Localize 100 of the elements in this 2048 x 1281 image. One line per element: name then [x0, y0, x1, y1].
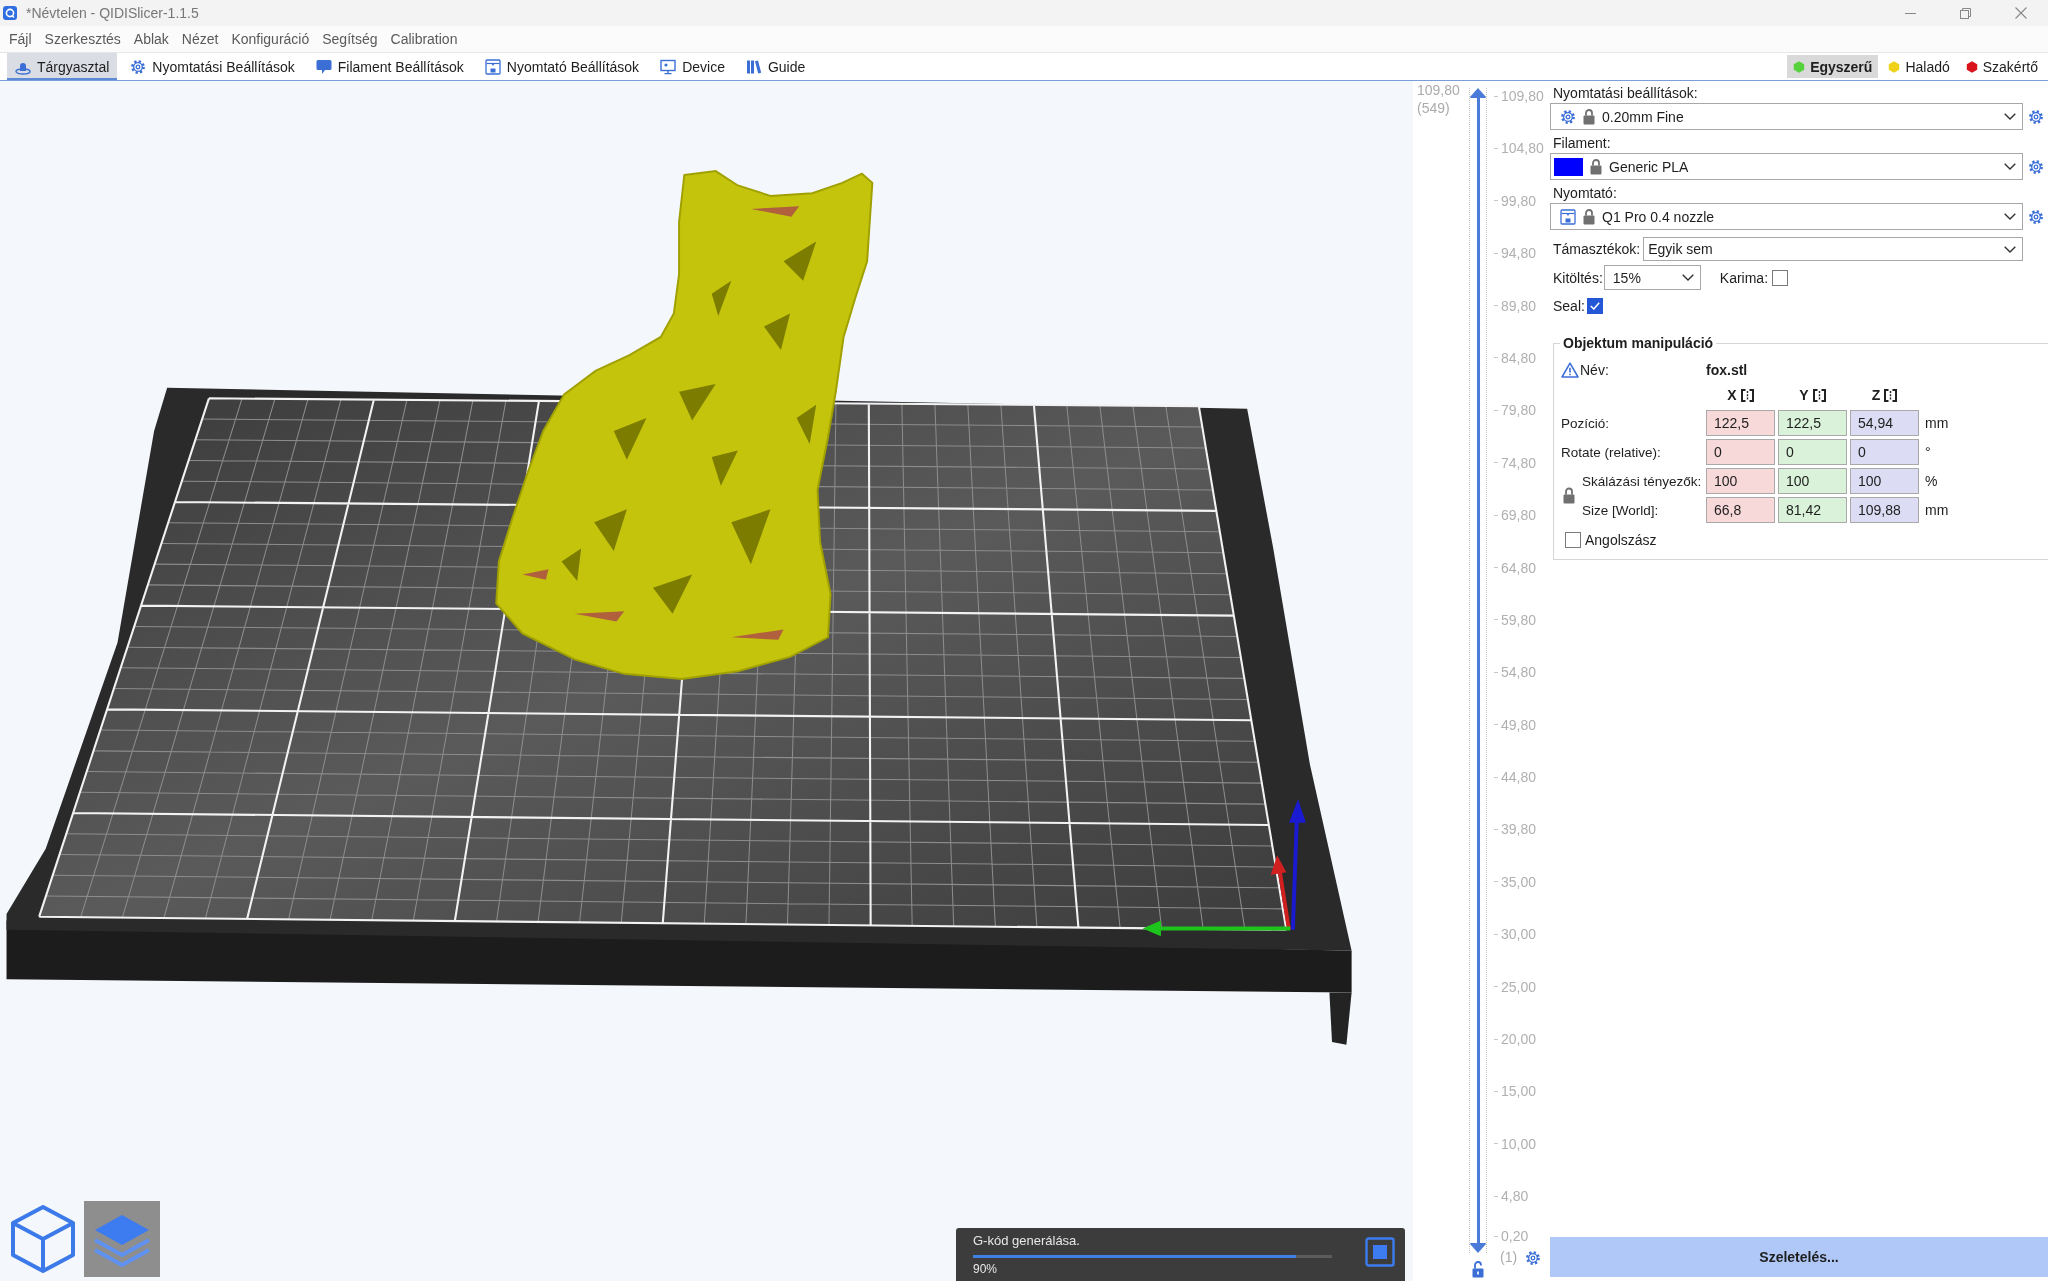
panel-title: Objektum manipuláció [1562, 334, 1715, 353]
check-icon [1589, 302, 1600, 310]
settings-icon [1560, 108, 1576, 125]
x-value-field[interactable]: 122,5 [1706, 410, 1775, 436]
layer-slider-track[interactable] [1469, 88, 1487, 1253]
field-label: Nyomtató: [1552, 184, 1618, 203]
chevron-icon [2004, 163, 2016, 170]
field-label: Támasztékok: [1552, 241, 1641, 257]
supports-dropdown[interactable]: Egyik sem [1643, 237, 2023, 261]
checkbox-label: Angolszász [1585, 532, 1657, 548]
lower-layer-label: (1) [1500, 1248, 1518, 1267]
cube-icon [8, 1204, 78, 1274]
object-name: fox.stl [1706, 362, 1749, 378]
warning-icon [1561, 362, 1579, 378]
window-title: *Névtelen - QIDISlicer-1.1.5 [26, 5, 199, 21]
bracket-icon[interactable] [1884, 388, 1898, 402]
chevron-icon [2004, 245, 2016, 253]
mode-button[interactable]: Egyszerű [1787, 55, 1879, 78]
axis-label: Z [1871, 387, 1881, 403]
lock-icon [1583, 208, 1595, 225]
settings-icon [130, 58, 147, 75]
unit-label: mm [1924, 502, 1950, 518]
menu-item[interactable]: Nézet [181, 31, 219, 47]
tab[interactable]: Filament Beállítások [307, 53, 472, 80]
chevron-icon [2004, 113, 2016, 120]
stop-icon [1365, 1237, 1395, 1267]
unit-label: mm [1924, 415, 1950, 431]
lock-icon [1590, 158, 1602, 175]
menu-item[interactable]: Calibration [390, 31, 458, 47]
field-label: Karima: [1718, 269, 1769, 286]
z-value-field[interactable]: 0 [1850, 439, 1919, 465]
axis-label: X [1727, 387, 1737, 403]
padlock-icon[interactable] [1472, 1261, 1484, 1278]
z-value-field[interactable]: 100 [1850, 468, 1919, 494]
bracket-icon[interactable] [1740, 388, 1754, 402]
row-label: Size [World]: [1582, 502, 1660, 518]
menu-item[interactable]: Szerkesztés [44, 31, 121, 47]
viewport-canvas[interactable]: G-kód generálása. 90% [0, 81, 1413, 1281]
printer-icon [1560, 208, 1576, 225]
y-value-field[interactable]: 81,42 [1778, 497, 1847, 523]
row-label: Skálázási tényezők: [1582, 473, 1703, 489]
lower-thumb[interactable] [1470, 1243, 1486, 1253]
unit-label: ° [1924, 444, 1932, 460]
checkbox[interactable] [1565, 532, 1581, 548]
tab[interactable]: Guide [737, 53, 814, 80]
lock-icon [1583, 108, 1595, 125]
minimize-icon [1905, 12, 1916, 14]
row-label: Rotate (relative): [1561, 444, 1662, 460]
upper-thumb[interactable] [1470, 88, 1486, 98]
menu-item[interactable]: Segítség [322, 31, 378, 47]
preset-dropdown[interactable]: Generic PLA [1550, 153, 2023, 180]
stop-button[interactable] [1365, 1237, 1395, 1267]
mode-button[interactable]: Haladó [1882, 55, 1956, 78]
z-value-field[interactable]: 54,94 [1850, 410, 1919, 436]
restore-icon [1960, 7, 1971, 19]
settings-icon[interactable] [1525, 1250, 1542, 1267]
tab[interactable]: Device [652, 53, 733, 80]
mode-button[interactable]: Szakértő [1959, 55, 2044, 78]
x-value-field[interactable]: 0 [1706, 439, 1775, 465]
lock-icon[interactable] [1563, 487, 1575, 504]
field-label: Filament: [1552, 134, 1612, 153]
settings-icon[interactable] [2028, 208, 2044, 225]
field-label: Név: [1580, 362, 1609, 378]
x-value-field[interactable]: 100 [1706, 468, 1775, 494]
field-label: Kitöltés: [1552, 269, 1603, 286]
upper-height-label: 109,80 [1417, 81, 1460, 99]
x-value-field[interactable]: 66,8 [1706, 497, 1775, 523]
bed-bracket-drawing [1329, 992, 1352, 1045]
y-value-field[interactable]: 0 [1778, 439, 1847, 465]
monitor-icon [660, 58, 677, 75]
progress-label: G-kód generálása. [973, 1233, 1081, 1249]
tab[interactable]: Tárgyasztal [7, 53, 118, 80]
y-value-field[interactable]: 122,5 [1778, 410, 1847, 436]
menu-item[interactable]: Fájl [9, 31, 32, 47]
checkbox[interactable] [1772, 269, 1789, 286]
slice-button[interactable]: Szeletelés... [1550, 1237, 2048, 1277]
checkbox[interactable] [1586, 298, 1603, 314]
row-label: Pozíció: [1561, 415, 1611, 431]
preset-dropdown[interactable]: 0.20mm Fine [1550, 103, 2023, 130]
tab[interactable]: Nyomtató Beállítások [476, 53, 648, 80]
field-label: Nyomtatási beállítások: [1552, 84, 1699, 103]
books-icon [745, 58, 762, 75]
menu-item[interactable]: Ablak [133, 31, 169, 47]
preset-dropdown[interactable]: Q1 Pro 0.4 nozzle [1550, 203, 2023, 230]
app-icon [3, 6, 17, 20]
settings-icon[interactable] [2028, 108, 2044, 125]
upper-layer-label: (549) [1417, 99, 1450, 117]
infill-dropdown[interactable]: 15% [1603, 265, 1701, 290]
settings-icon[interactable] [2028, 158, 2044, 175]
chevron-icon [1681, 274, 1694, 281]
y-value-field[interactable]: 100 [1778, 468, 1847, 494]
z-value-field[interactable]: 109,88 [1850, 497, 1919, 523]
progress-reading: 90% [973, 1262, 999, 1276]
chevron-icon [2004, 213, 2016, 220]
printer-icon [484, 58, 501, 75]
speech-bubble-icon [315, 58, 332, 75]
menu-item[interactable]: Konfiguráció [231, 31, 310, 47]
tab[interactable]: Nyomtatási Beállítások [122, 53, 303, 80]
bracket-icon[interactable] [1812, 388, 1826, 402]
field-label: Seal: [1552, 298, 1585, 314]
